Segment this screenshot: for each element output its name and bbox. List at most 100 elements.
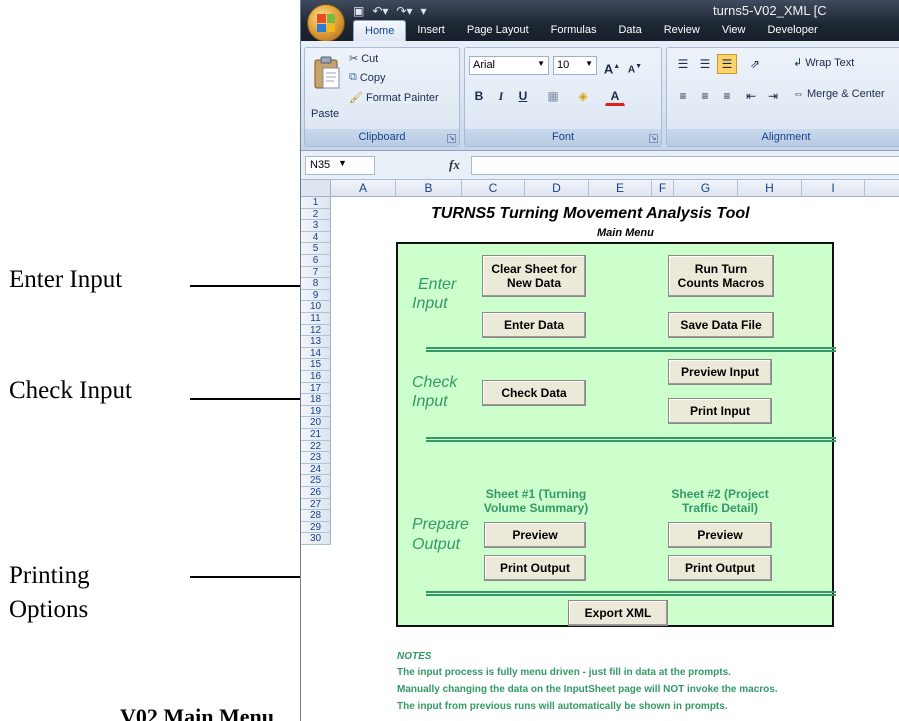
row-header-28[interactable]: 28 [301,510,331,522]
column-header-b[interactable]: B [396,180,462,197]
font-color-icon[interactable]: A [605,86,625,106]
row-header-26[interactable]: 26 [301,487,331,499]
row-header-9[interactable]: 9 [301,289,331,302]
redo-icon[interactable]: ↷▾ [396,4,412,18]
font-size-box[interactable]: 10 ▼ [553,56,597,75]
align-center-icon[interactable]: ≡ [695,86,715,106]
row-header-15[interactable]: 15 [301,359,331,371]
cell-reference: N35 [310,159,331,171]
align-bottom-icon[interactable]: ☰ [717,54,737,74]
row-header-2[interactable]: 2 [301,208,331,221]
row-header-6[interactable]: 6 [301,255,331,267]
name-box[interactable]: N35 ▼ [305,156,375,175]
paste-button[interactable]: Paste [311,108,339,120]
row-header-23[interactable]: 23 [301,452,331,464]
grow-font-button[interactable]: A▲ [602,56,622,76]
tab-insert[interactable]: Insert [406,20,456,41]
bold-button[interactable]: B [469,86,489,106]
format-painter-button[interactable]: 🖌 Format Painter [349,91,439,105]
print-output-sheet2-button[interactable]: Print Output [668,555,772,581]
export-xml-button[interactable]: Export XML [568,600,668,626]
column-header-e[interactable]: E [589,180,652,197]
tab-developer[interactable]: Developer [756,20,828,41]
row-header-14[interactable]: 14 [301,347,331,360]
row-header-21[interactable]: 21 [301,429,331,441]
align-right-icon[interactable]: ≡ [717,86,737,106]
column-header-d[interactable]: D [525,180,589,197]
italic-button[interactable]: I [491,86,511,106]
cut-button[interactable]: ✂ Cut [349,52,378,66]
customize-qat-icon[interactable]: ▾ [421,4,427,18]
enter-data-button[interactable]: Enter Data [482,312,586,338]
preview-sheet1-button[interactable]: Preview [484,522,586,548]
font-name-box[interactable]: Arial ▼ [469,56,549,75]
row-header-13[interactable]: 13 [301,336,331,348]
row-header-19[interactable]: 19 [301,405,331,418]
formula-input[interactable] [471,156,899,175]
preview-input-button[interactable]: Preview Input [668,359,772,385]
row-header-30[interactable]: 30 [301,533,331,545]
tab-page-layout[interactable]: Page Layout [456,20,540,41]
align-top-icon[interactable]: ☰ [673,54,693,74]
row-header-7[interactable]: 7 [301,266,331,279]
tab-home[interactable]: Home [353,20,407,41]
fill-color-icon[interactable]: ◈ [573,86,593,106]
align-left-icon[interactable]: ≡ [673,86,693,106]
copy-button[interactable]: ⧉ Copy [349,71,386,84]
row-header-12[interactable]: 12 [301,324,331,337]
shrink-font-button[interactable]: A▼ [625,56,645,76]
row-header-18[interactable]: 18 [301,394,331,406]
print-output-sheet1-button[interactable]: Print Output [484,555,586,581]
underline-button[interactable]: U [513,86,533,106]
column-header-c[interactable]: C [462,180,525,197]
undo-icon[interactable]: ↶▾ [372,4,388,18]
row-header-20[interactable]: 20 [301,417,331,429]
save-data-file-button[interactable]: Save Data File [668,312,774,338]
row-header-4[interactable]: 4 [301,231,331,244]
save-icon[interactable]: ▣ [353,4,364,18]
clear-sheet-button[interactable]: Clear Sheet for New Data [482,255,586,297]
tab-review[interactable]: Review [653,20,711,41]
merge-center-button[interactable]: ⇔ Merge & Center [793,88,885,100]
print-input-button[interactable]: Print Input [668,398,772,424]
row-header-3[interactable]: 3 [301,220,331,232]
row-header-11[interactable]: 11 [301,313,331,325]
function-icon[interactable]: fx [449,157,460,173]
row-header-24[interactable]: 24 [301,463,331,476]
font-dialog-launcher-icon[interactable]: ↘ [649,134,658,143]
column-header-f[interactable]: F [652,180,674,197]
row-header-1[interactable]: 1 [301,197,331,209]
row-header-27[interactable]: 27 [301,498,331,511]
row-header-25[interactable]: 25 [301,475,331,487]
align-middle-icon[interactable]: ☰ [695,54,715,74]
office-button[interactable] [307,4,345,42]
decrease-indent-icon[interactable]: ⇤ [741,86,761,106]
column-header-i[interactable]: I [802,180,865,197]
run-turn-counts-button[interactable]: Run Turn Counts Macros [668,255,774,297]
tab-data[interactable]: Data [607,20,652,41]
orientation-icon[interactable]: ⇗ [745,54,765,74]
row-header-16[interactable]: 16 [301,371,331,383]
row-header-8[interactable]: 8 [301,278,331,290]
column-header-h[interactable]: H [738,180,802,197]
select-all-corner[interactable] [301,180,331,197]
tab-view[interactable]: View [711,20,757,41]
check-data-button[interactable]: Check Data [482,380,586,406]
row-header-5[interactable]: 5 [301,243,331,255]
paste-icon[interactable] [313,56,341,90]
section-divider-1 [426,347,836,352]
row-header-22[interactable]: 22 [301,440,331,453]
increase-indent-icon[interactable]: ⇥ [763,86,783,106]
borders-icon[interactable]: ▦ [543,86,563,106]
row-header-29[interactable]: 29 [301,521,331,534]
figure-caption: V02 Main Menu [120,704,274,721]
clipboard-dialog-launcher-icon[interactable]: ↘ [447,134,456,143]
wrap-text-button[interactable]: ↲ Wrap Text [793,56,854,70]
chevron-down-icon: ▼ [585,59,593,68]
row-header-10[interactable]: 10 [301,301,331,313]
row-header-17[interactable]: 17 [301,382,331,395]
preview-sheet2-button[interactable]: Preview [668,522,772,548]
tab-formulas[interactable]: Formulas [540,20,608,41]
column-header-a[interactable]: A [331,180,396,197]
column-header-g[interactable]: G [674,180,738,197]
